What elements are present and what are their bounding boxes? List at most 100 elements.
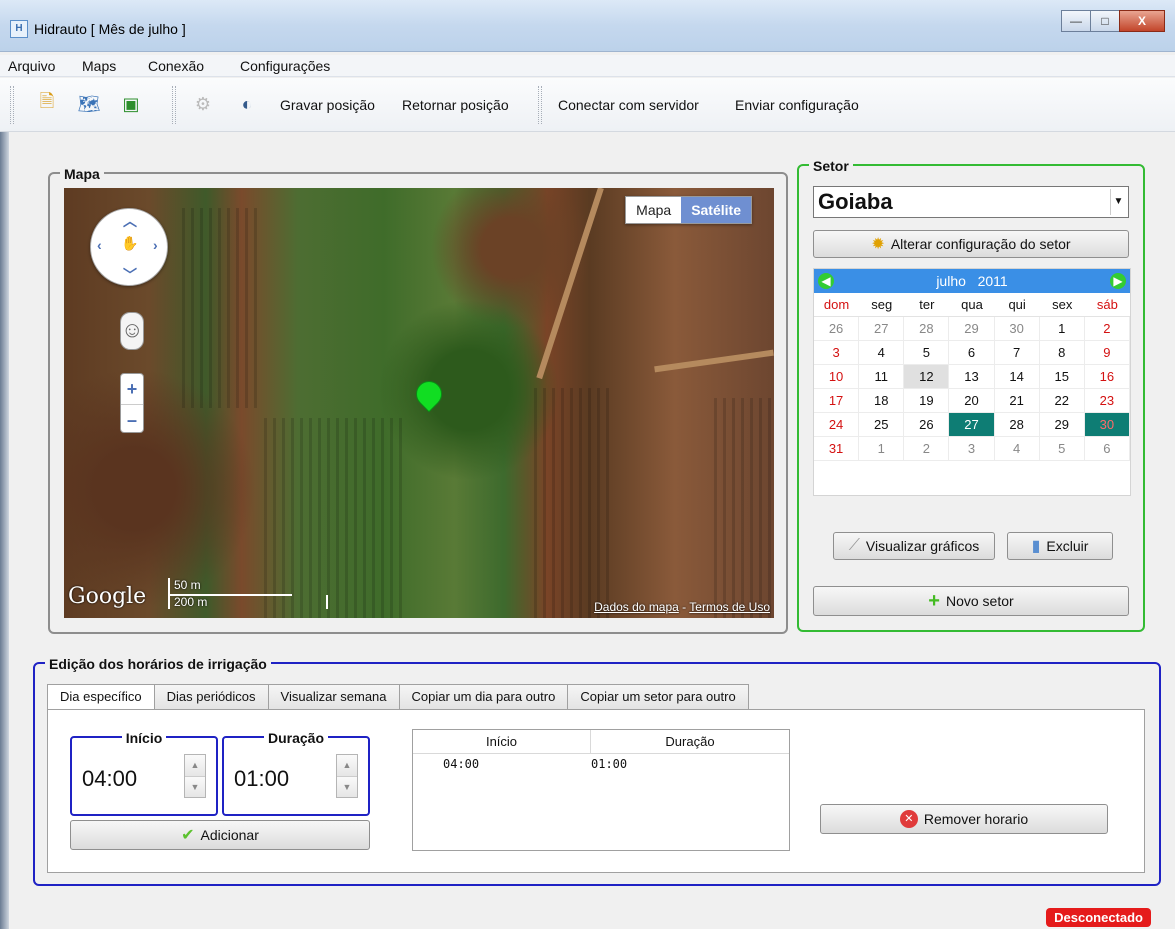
map-marker-icon[interactable] [410, 375, 448, 413]
calendar-day[interactable]: 26 [904, 413, 950, 437]
location-icon[interactable]: ◐ [236, 93, 258, 115]
menu-configuracoes[interactable]: Configurações [240, 58, 330, 74]
calendar-month[interactable]: julho [936, 273, 966, 289]
open-map-icon[interactable]: 🗺 [78, 93, 101, 115]
maximize-button[interactable]: □ [1090, 10, 1120, 32]
calendar-day[interactable]: 29 [949, 317, 995, 341]
visualizar-graficos-button[interactable]: ⟋ Visualizar gráficos [833, 532, 995, 560]
map-type-satellite-button[interactable]: Satélite [681, 197, 751, 223]
pan-up-icon[interactable]: ︿ [123, 211, 137, 231]
satellite-map[interactable]: Mapa Satélite ︿ ﹀ ‹ › ✋ ☺ + – Google 50 … [64, 188, 774, 618]
calendar-day[interactable]: 6 [1084, 437, 1130, 461]
calendar-day[interactable]: 26 [814, 317, 860, 341]
map-type-map-button[interactable]: Mapa [626, 197, 682, 223]
calendar-day[interactable]: 21 [994, 389, 1040, 413]
chevron-down-icon[interactable]: ▼ [1110, 189, 1126, 215]
calendar-day[interactable]: 8 [1039, 341, 1085, 365]
calendar-day[interactable]: 19 [904, 389, 950, 413]
inicio-spinner[interactable]: ▲ ▼ [184, 754, 206, 798]
calendar-day[interactable]: 24 [814, 413, 860, 437]
calendar-day[interactable]: 17 [814, 389, 860, 413]
calendar-day[interactable]: 14 [994, 365, 1040, 389]
calendar-day[interactable]: 28 [994, 413, 1040, 437]
next-month-icon[interactable]: ▶ [1110, 273, 1126, 289]
calendar-day[interactable]: 3 [949, 437, 995, 461]
table-row[interactable]: 04:00 01:00 [413, 754, 789, 774]
calendar-day[interactable]: 5 [1039, 437, 1085, 461]
duracao-input[interactable]: 01:00 [234, 766, 289, 792]
calendar-day[interactable]: 28 [904, 317, 950, 341]
close-button[interactable]: X [1119, 10, 1165, 32]
new-file-icon[interactable]: 🗎 [36, 91, 58, 115]
calendar-day[interactable]: 30 [994, 317, 1040, 341]
setor-dropdown[interactable]: Goiaba ▼ [813, 186, 1129, 218]
calendar-day[interactable]: 2 [1084, 317, 1130, 341]
calendar-day[interactable]: 31 [814, 437, 860, 461]
duracao-spinner[interactable]: ▲ ▼ [336, 754, 358, 798]
conectar-servidor-button[interactable]: Conectar com servidor [558, 97, 699, 113]
gear-icon[interactable]: ⚙ [192, 93, 214, 115]
chevron-up-icon[interactable]: ▲ [337, 755, 357, 776]
calendar-day[interactable]: 20 [949, 389, 995, 413]
calendar-day[interactable]: 18 [859, 389, 905, 413]
enviar-configuracao-button[interactable]: Enviar configuração [735, 97, 859, 113]
calendar-day[interactable]: 5 [904, 341, 950, 365]
tab-copiar-dia[interactable]: Copiar um dia para outro [398, 684, 569, 710]
pan-right-icon[interactable]: › [153, 237, 158, 253]
excluir-button[interactable]: ▮ Excluir [1007, 532, 1113, 560]
calendar-day[interactable]: 16 [1084, 365, 1130, 389]
zoom-in-button[interactable]: + [121, 374, 143, 404]
calendar-day[interactable]: 11 [859, 365, 905, 389]
calendar-day[interactable]: 27 [859, 317, 905, 341]
calendar-day[interactable]: 9 [1084, 341, 1130, 365]
calendar-year[interactable]: 2011 [978, 273, 1008, 289]
calendar-day[interactable]: 25 [859, 413, 905, 437]
prev-month-icon[interactable]: ◀ [818, 273, 834, 289]
menu-maps[interactable]: Maps [82, 58, 116, 74]
menu-conexao[interactable]: Conexão [148, 58, 204, 74]
alterar-setor-button[interactable]: ✹ Alterar configuração do setor [813, 230, 1129, 258]
chevron-down-icon[interactable]: ▼ [185, 776, 205, 797]
save-map-icon[interactable]: ▣ [120, 93, 142, 115]
column-header-inicio[interactable]: Início [413, 730, 591, 753]
tab-copiar-setor[interactable]: Copiar um setor para outro [567, 684, 749, 710]
adicionar-button[interactable]: ✔ Adicionar [70, 820, 370, 850]
calendar-day[interactable]: 30 [1084, 413, 1130, 437]
calendar-day[interactable]: 13 [949, 365, 995, 389]
chevron-down-icon[interactable]: ▼ [337, 776, 357, 797]
calendar-day[interactable]: 1 [859, 437, 905, 461]
calendar-day[interactable]: 1 [1039, 317, 1085, 341]
map-data-link[interactable]: Dados do mapa [594, 600, 679, 614]
pan-control[interactable]: ︿ ﹀ ‹ › ✋ [90, 208, 168, 286]
tab-visualizar-semana[interactable]: Visualizar semana [267, 684, 400, 710]
calendar-day[interactable]: 29 [1039, 413, 1085, 437]
inicio-input[interactable]: 04:00 [82, 766, 137, 792]
pan-left-icon[interactable]: ‹ [97, 237, 102, 253]
chevron-up-icon[interactable]: ▲ [185, 755, 205, 776]
calendar-day[interactable]: 27 [949, 413, 995, 437]
calendar-day[interactable]: 6 [949, 341, 995, 365]
calendar-day[interactable]: 22 [1039, 389, 1085, 413]
calendar-day[interactable]: 4 [994, 437, 1040, 461]
calendar-day[interactable]: 3 [814, 341, 860, 365]
remover-horario-button[interactable]: ✕ Remover horario [820, 804, 1108, 834]
calendar-day[interactable]: 2 [904, 437, 950, 461]
tab-dia-especifico[interactable]: Dia específico [47, 684, 155, 711]
terms-link[interactable]: Termos de Uso [689, 600, 770, 614]
calendar-day[interactable]: 23 [1084, 389, 1130, 413]
column-header-duracao[interactable]: Duração [591, 730, 789, 753]
minimize-button[interactable]: — [1061, 10, 1091, 32]
calendar-day[interactable]: 10 [814, 365, 860, 389]
street-view-pegman-icon[interactable]: ☺ [120, 312, 144, 350]
pan-down-icon[interactable]: ﹀ [123, 265, 137, 285]
tab-dias-periodicos[interactable]: Dias periódicos [153, 684, 269, 710]
calendar-day[interactable]: 15 [1039, 365, 1085, 389]
calendar-day[interactable]: 4 [859, 341, 905, 365]
novo-setor-button[interactable]: + Novo setor [813, 586, 1129, 616]
calendar-day[interactable]: 7 [994, 341, 1040, 365]
zoom-out-button[interactable]: – [121, 404, 143, 434]
gravar-posicao-button[interactable]: Gravar posição [280, 97, 375, 113]
calendar-day[interactable]: 12 [904, 365, 950, 389]
retornar-posicao-button[interactable]: Retornar posição [402, 97, 509, 113]
menu-arquivo[interactable]: Arquivo [8, 58, 55, 74]
